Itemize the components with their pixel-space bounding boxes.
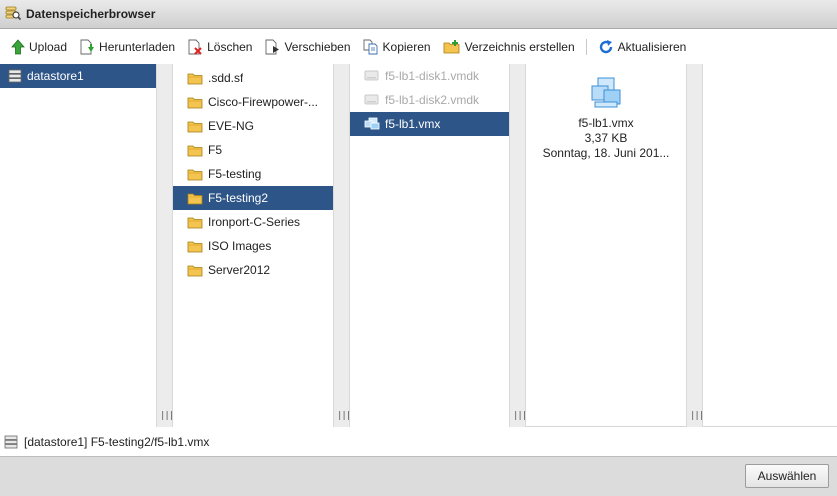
folder-item[interactable]: F5 — [173, 138, 333, 162]
folder-item-label: .sdd.sf — [208, 71, 244, 85]
folder-column: .sdd.sf Cisco-Firewpower-... EVE-NG F5 F5-te… — [173, 64, 333, 427]
new-folder-icon — [443, 39, 459, 53]
toolbar-separator — [585, 38, 587, 55]
resize-grip-icon: ||| — [690, 411, 704, 421]
resize-grip-icon: ||| — [337, 411, 351, 421]
column-divider-2[interactable]: ||| — [333, 64, 351, 427]
file-item-label: f5-lb1.vmx — [385, 117, 441, 131]
copy-button[interactable]: Kopieren — [360, 36, 434, 58]
folder-icon — [187, 217, 203, 228]
disk-file-icon — [364, 94, 379, 105]
datastore-column: datastore1 — [0, 64, 156, 427]
move-file-icon — [266, 39, 280, 54]
current-path: [datastore1] F5-testing2/f5-lb1.vmx — [24, 435, 210, 449]
file-item[interactable]: f5-lb1-disk1.vmdk — [350, 64, 509, 88]
resize-grip-icon: ||| — [160, 411, 174, 421]
download-file-icon — [80, 39, 95, 54]
toolbar: Upload Herunterladen Löschen Verschieben — [0, 29, 837, 64]
refresh-button[interactable]: Aktualisieren — [595, 36, 690, 58]
move-button[interactable]: Verschieben — [261, 36, 353, 58]
download-button[interactable]: Herunterladen — [76, 36, 178, 58]
move-label: Verschieben — [284, 39, 351, 54]
column-divider-1[interactable]: ||| — [156, 64, 174, 427]
column-divider-3[interactable]: ||| — [509, 64, 527, 427]
datastore-item-label: datastore1 — [27, 69, 84, 83]
folder-icon — [187, 97, 203, 108]
file-item-label: f5-lb1-disk2.vmdk — [385, 93, 480, 107]
folder-item[interactable]: ISO Images — [173, 234, 333, 258]
folder-icon — [187, 73, 203, 84]
column-browser: datastore1 ||| .sdd.sf Cisco-Firewpower-.… — [0, 64, 837, 427]
folder-item-label: Server2012 — [208, 263, 271, 277]
folder-item[interactable]: F5-testing — [173, 162, 333, 186]
folder-icon — [187, 169, 203, 180]
delete-button[interactable]: Löschen — [184, 36, 255, 58]
folder-item-label: Ironport-C-Series — [208, 215, 301, 229]
disk-file-icon — [364, 70, 379, 81]
resize-grip-icon: ||| — [513, 411, 527, 421]
file-column: f5-lb1-disk1.vmdk f5-lb1-disk2.vmdk f5-lb1… — [350, 64, 509, 427]
folder-icon — [187, 265, 203, 276]
folder-item[interactable]: .sdd.sf — [173, 66, 333, 90]
file-item-label: f5-lb1-disk1.vmdk — [385, 69, 480, 83]
file-item[interactable]: f5-lb1-disk2.vmdk — [350, 88, 509, 112]
upload-button[interactable]: Upload — [8, 36, 70, 58]
datastore-search-icon — [5, 5, 22, 24]
folder-item-label: Cisco-Firewpower-... — [208, 95, 319, 109]
copy-file-icon — [363, 39, 377, 54]
folder-icon — [187, 145, 203, 156]
refresh-icon — [599, 39, 612, 53]
file-preview: f5-lb1.vmx 3,37 KB Sonntag, 18. Juni 201… — [526, 64, 686, 427]
folder-icon — [187, 241, 203, 252]
folder-icon — [187, 193, 203, 204]
folder-item-label: F5-testing2 — [208, 191, 269, 205]
folder-item[interactable]: Server2012 — [173, 258, 333, 282]
folder-item-label: F5 — [208, 143, 223, 157]
select-button[interactable]: Auswählen — [745, 464, 829, 488]
preview-file-size: 3,37 KB — [584, 131, 628, 145]
folder-item[interactable]: F5-testing2 — [173, 186, 333, 210]
dialog-footer: Auswählen — [0, 457, 837, 496]
path-bar: [datastore1] F5-testing2/f5-lb1.vmx — [0, 428, 837, 457]
delete-file-icon — [188, 39, 202, 55]
download-label: Herunterladen — [99, 39, 176, 54]
folder-item[interactable]: Cisco-Firewpower-... — [173, 90, 333, 114]
datastore-icon — [4, 435, 18, 449]
vmx-file-large-icon — [591, 77, 621, 108]
preview-file-name: f5-lb1.vmx — [578, 116, 634, 130]
folder-item-label: ISO Images — [208, 239, 272, 253]
preview-file-date: Sonntag, 18. Juni 201... — [542, 146, 670, 160]
vmx-file-icon — [364, 117, 380, 130]
folder-item[interactable]: EVE-NG — [173, 114, 333, 138]
datastore-icon — [8, 69, 22, 83]
copy-label: Kopieren — [382, 39, 431, 54]
title-bar: Datenspeicherbrowser — [0, 0, 837, 29]
datastore-item[interactable]: datastore1 — [0, 64, 156, 88]
upload-arrow-icon — [11, 38, 25, 54]
folder-item-label: F5-testing — [208, 167, 262, 181]
file-item[interactable]: f5-lb1.vmx — [350, 112, 509, 136]
refresh-label: Aktualisieren — [617, 39, 687, 54]
folder-item[interactable]: Ironport-C-Series — [173, 210, 333, 234]
create-directory-label: Verzeichnis erstellen — [464, 39, 575, 54]
folder-icon — [187, 121, 203, 132]
create-directory-button[interactable]: Verzeichnis erstellen — [440, 36, 578, 58]
delete-label: Löschen — [207, 39, 253, 54]
column-divider-4[interactable]: ||| — [686, 64, 704, 427]
window-title: Datenspeicherbrowser — [26, 7, 156, 21]
upload-label: Upload — [29, 39, 68, 54]
folder-item-label: EVE-NG — [208, 119, 255, 133]
